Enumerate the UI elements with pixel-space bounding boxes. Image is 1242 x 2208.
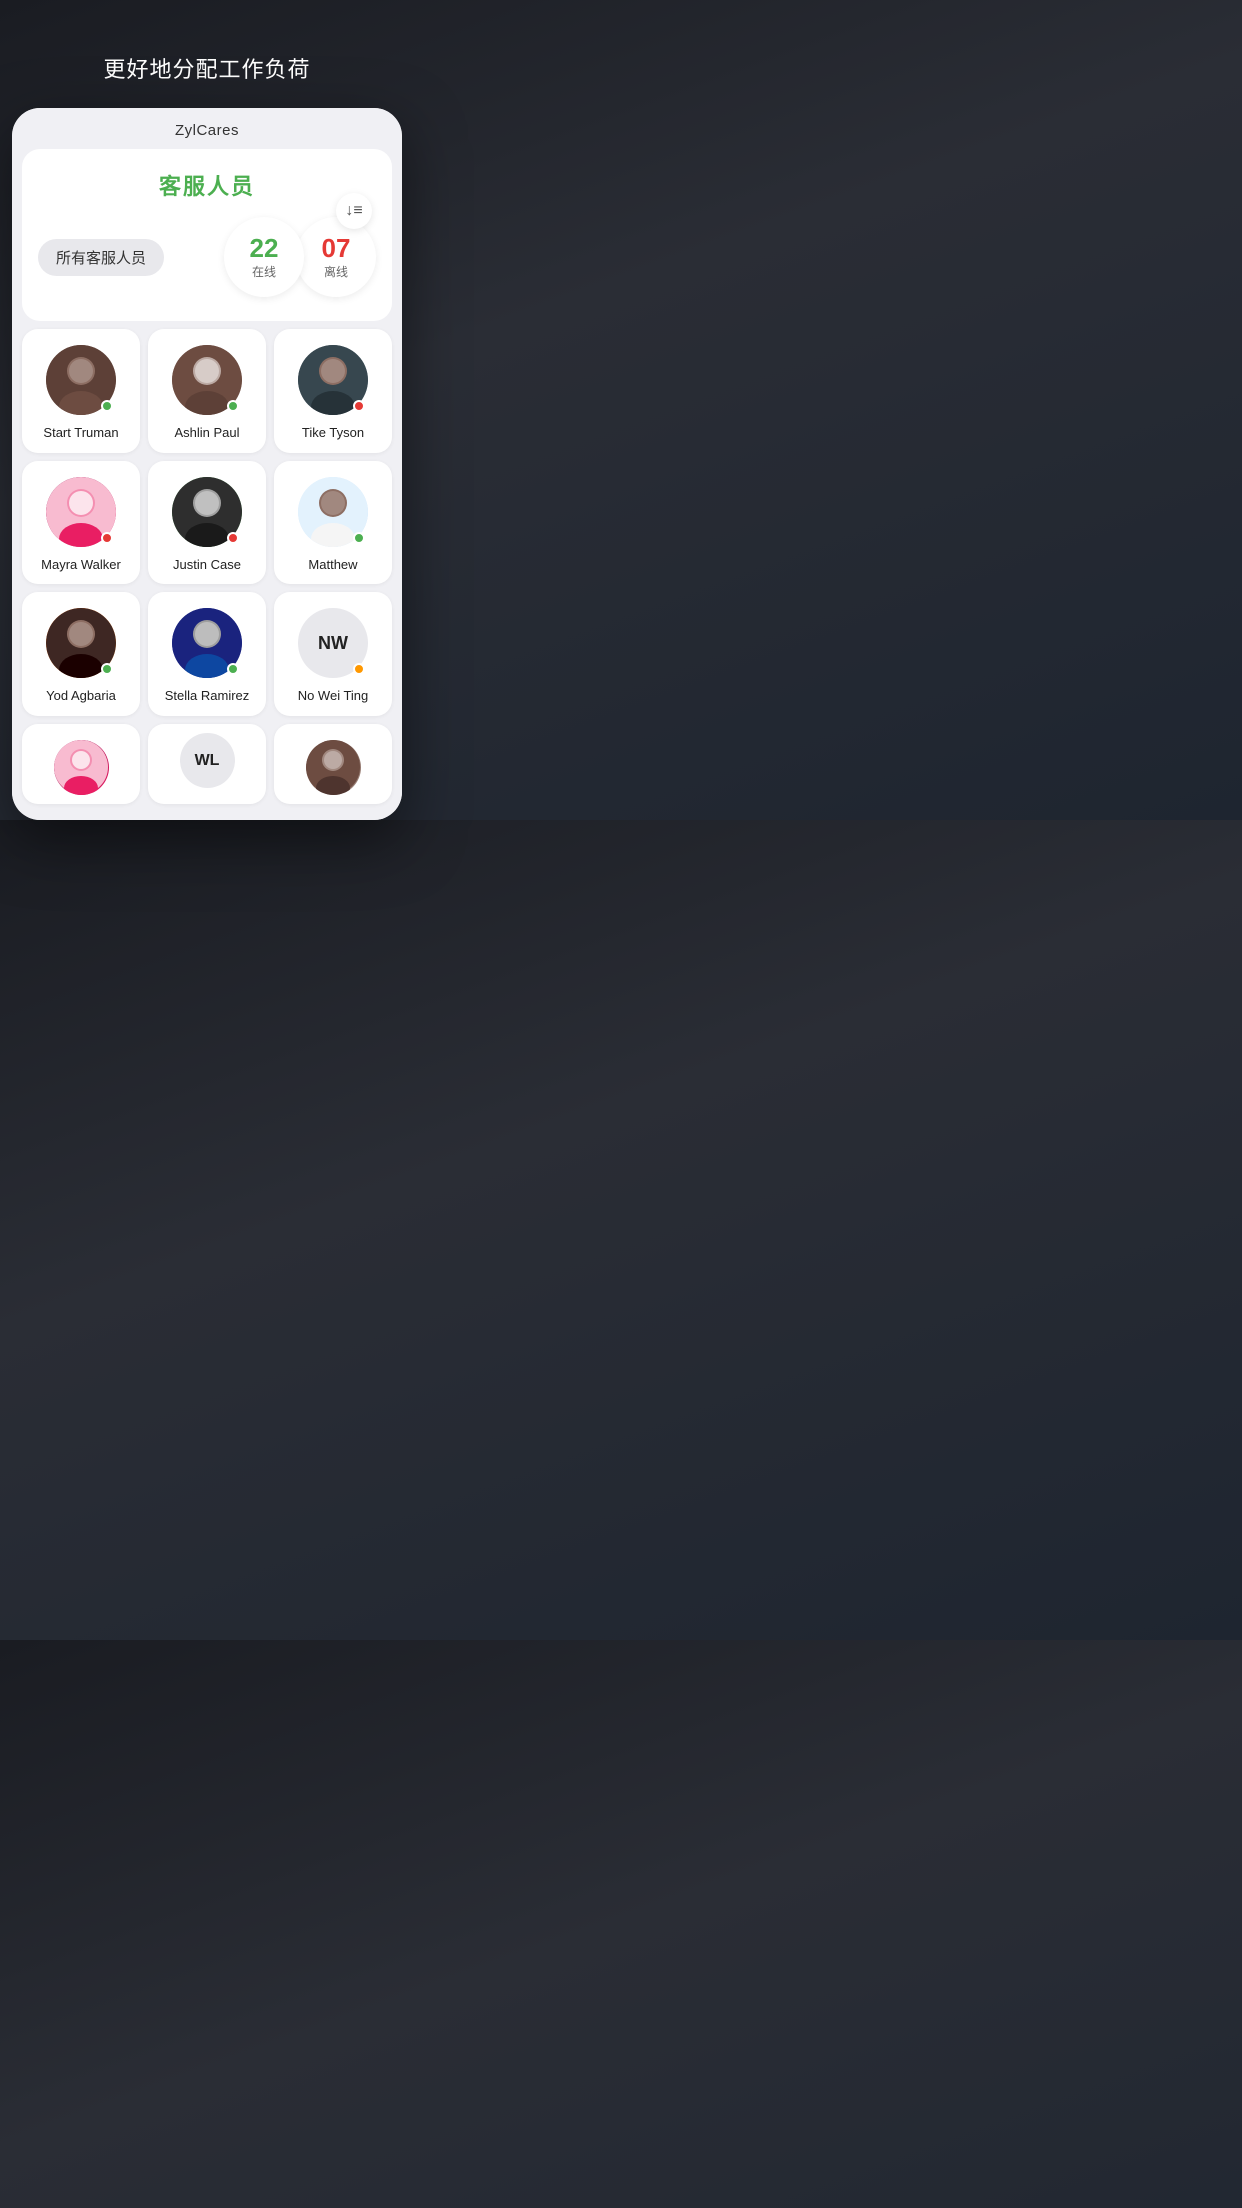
online-count: 22 — [250, 235, 279, 261]
online-stat: 22 在线 — [224, 217, 304, 297]
avatar-wrap: WL — [180, 733, 235, 788]
agent-name: No Wei Ting — [298, 688, 369, 704]
agent-card-ashlin-paul[interactable]: Ashlin Paul — [148, 329, 266, 453]
header-card: ↓≡ 客服人员 所有客服人员 22 在线 07 离线 — [22, 149, 392, 321]
agent-card-yod-agbaria[interactable]: Yod Agbaria — [22, 592, 140, 716]
agent-name: Ashlin Paul — [174, 425, 239, 441]
status-dot — [227, 532, 239, 544]
agent-name: Justin Case — [173, 557, 241, 573]
offline-label: 离线 — [324, 263, 348, 280]
partial-agent-card-3[interactable] — [274, 724, 392, 804]
status-dot — [101, 400, 113, 412]
avatar-wrap: NW — [298, 608, 368, 678]
agent-card-stella-ramirez[interactable]: Stella Ramirez — [148, 592, 266, 716]
agent-name: Matthew — [308, 557, 357, 573]
agent-card-no-wei-ting[interactable]: NW No Wei Ting — [274, 592, 392, 716]
offline-stat: 07 离线 — [296, 217, 376, 297]
avatar-wrap — [306, 740, 361, 795]
agent-name: Yod Agbaria — [46, 688, 116, 704]
app-name: ZylCares — [175, 122, 239, 139]
online-label: 在线 — [252, 263, 276, 280]
agent-name: Start Truman — [43, 425, 118, 441]
avatar-wrap — [298, 345, 368, 415]
avatar-wrap — [172, 608, 242, 678]
status-dot — [101, 532, 113, 544]
partial-agent-card-1[interactable] — [22, 724, 140, 804]
partial-agent-card-2[interactable]: WL — [148, 724, 266, 804]
agent-card-tike-tyson[interactable]: Tike Tyson — [274, 329, 392, 453]
agent-name: Tike Tyson — [302, 425, 364, 441]
sort-button[interactable]: ↓≡ — [336, 193, 372, 229]
section-title: 客服人员 — [38, 169, 376, 201]
agents-grid: Start Truman Ashlin Paul — [22, 329, 392, 716]
status-dot — [227, 663, 239, 675]
partial-row: WL — [22, 724, 392, 804]
status-dot — [353, 400, 365, 412]
avatar-wrap — [46, 477, 116, 547]
offline-count: 07 — [322, 235, 351, 261]
avatar — [54, 740, 109, 795]
agent-card-mayra-walker[interactable]: Mayra Walker — [22, 461, 140, 585]
agent-card-justin-case[interactable]: Justin Case — [148, 461, 266, 585]
avatar-wrap — [54, 740, 109, 795]
avatar-wrap — [172, 345, 242, 415]
avatar-wrap — [46, 345, 116, 415]
avatar — [306, 740, 361, 795]
agent-card-matthew[interactable]: Matthew — [274, 461, 392, 585]
agent-name: Stella Ramirez — [165, 688, 250, 704]
agent-card-start-truman[interactable]: Start Truman — [22, 329, 140, 453]
status-dot — [353, 532, 365, 544]
sort-icon: ↓≡ — [345, 202, 362, 220]
page-title: 更好地分配工作负荷 — [103, 52, 310, 84]
avatar-wrap — [46, 608, 116, 678]
main-content: ↓≡ 客服人员 所有客服人员 22 在线 07 离线 — [12, 149, 402, 820]
status-dot — [353, 663, 365, 675]
filter-row: 所有客服人员 22 在线 07 离线 — [38, 217, 376, 297]
app-bar: ZylCares — [12, 108, 402, 149]
avatar-wrap — [298, 477, 368, 547]
avatar-wrap — [172, 477, 242, 547]
stats-group: 22 在线 07 离线 — [224, 217, 376, 297]
device-frame: ZylCares ↓≡ 客服人员 所有客服人员 22 在线 07 — [12, 108, 402, 820]
status-dot — [227, 400, 239, 412]
agent-name: Mayra Walker — [41, 557, 121, 573]
status-dot — [101, 663, 113, 675]
avatar: WL — [180, 733, 235, 788]
filter-all-agents[interactable]: 所有客服人员 — [38, 239, 164, 276]
